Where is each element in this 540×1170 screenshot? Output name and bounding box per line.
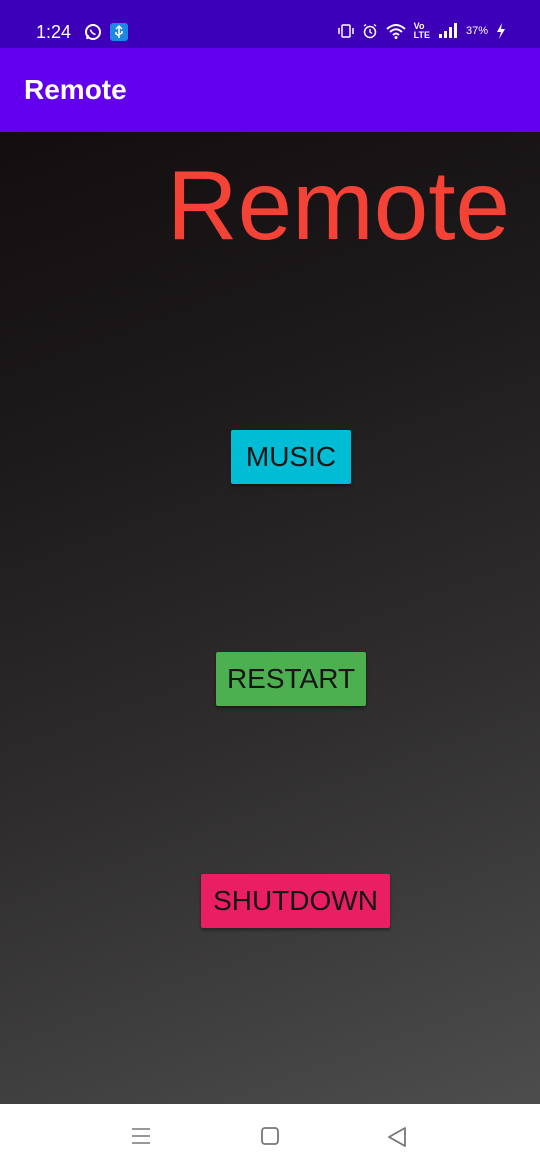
battery-percent: 37% [465,25,488,37]
back-icon[interactable] [386,1126,408,1148]
home-icon[interactable] [260,1126,280,1146]
page-title: Remote [166,150,510,260]
charging-icon [497,23,505,39]
alarm-icon [363,23,377,39]
volte-bottom-label: LTE [413,30,430,40]
vibrate-icon [337,24,354,38]
wifi-icon [385,24,406,39]
shutdown-button[interactable]: SHUTDOWN [201,874,390,928]
navigation-bar [0,1104,540,1170]
signal-icon [438,23,457,38]
whatsapp-icon [85,24,101,40]
restart-button[interactable]: RESTART [216,652,366,706]
status-bar: 1:24 Vo LTE 37% [0,0,540,48]
volte-icon: Vo LTE [414,22,430,40]
status-time: 1:24 [36,22,72,42]
usb-icon [110,23,128,41]
app-bar-title: Remote [24,74,127,105]
menu-icon[interactable] [131,1126,151,1146]
main-content: Remote MUSIC RESTART SHUTDOWN [0,132,540,1104]
status-notification-icons [84,23,128,41]
music-button[interactable]: MUSIC [231,430,351,484]
app-bar: Remote [0,48,540,132]
status-system-icons: Vo LTE 37% [337,22,506,40]
